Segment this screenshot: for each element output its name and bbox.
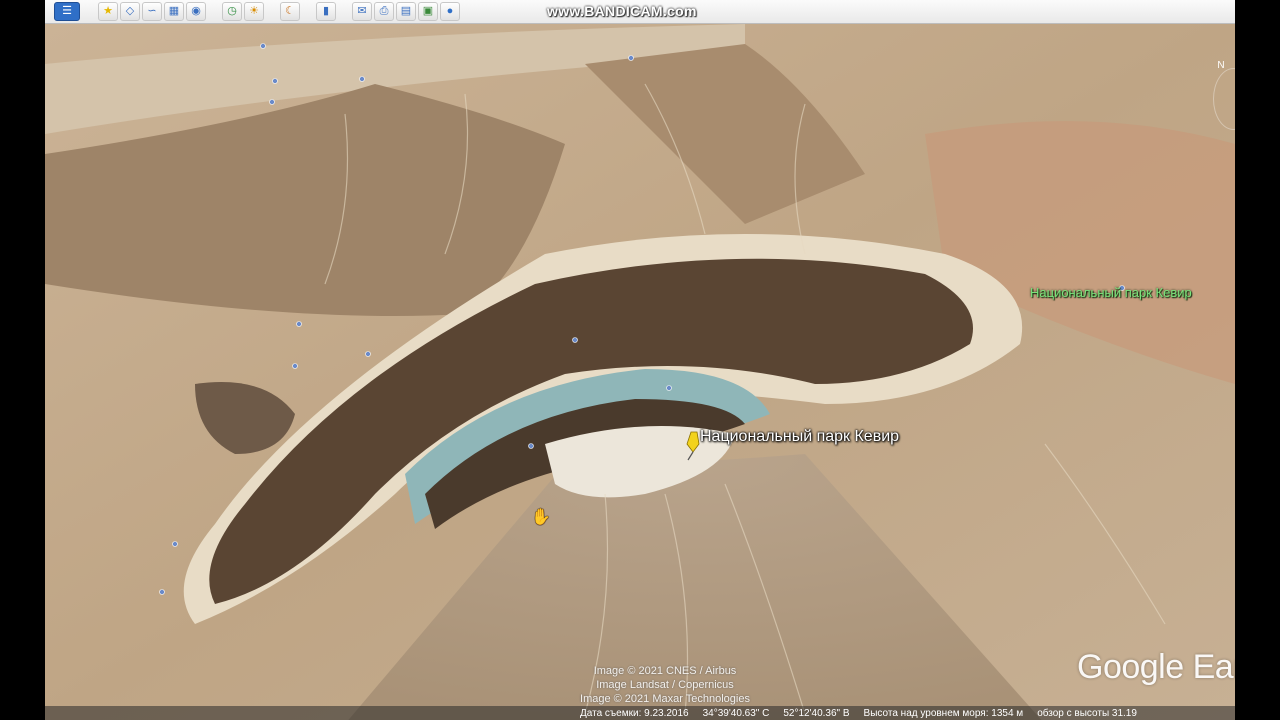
eye-altitude-readout: обзор с высоты 31.19 bbox=[1037, 707, 1137, 719]
google-earth-logo: Google Ear bbox=[1077, 648, 1235, 686]
bandicam-watermark: www.BANDICAM.com bbox=[547, 3, 697, 19]
maps-icon[interactable]: ▣ bbox=[418, 2, 438, 21]
historical-imagery-icon[interactable]: ◷ bbox=[222, 2, 242, 21]
sidebar-toggle-icon[interactable]: ☰ bbox=[54, 2, 80, 21]
credit-line: Image © 2021 CNES / Airbus bbox=[593, 665, 737, 677]
imagery-date: Дата съемки: 9.23.2016 bbox=[580, 707, 689, 719]
polygon-icon[interactable]: ◇ bbox=[120, 2, 140, 21]
email-icon[interactable]: ✉ bbox=[352, 2, 372, 21]
tour-icon[interactable]: ◉ bbox=[186, 2, 206, 21]
imagery-credits: Image © 2021 CNES / Airbus Image Landsat… bbox=[525, 664, 805, 706]
save-image-icon[interactable]: ▤ bbox=[396, 2, 416, 21]
longitude-readout: 52°12'40.36" В bbox=[783, 707, 850, 719]
satellite-map-view[interactable]: Национальный парк Кевир Национальный пар… bbox=[45, 24, 1235, 720]
ruler-icon[interactable]: ▮ bbox=[316, 2, 336, 21]
hand-cursor-icon: ✋ bbox=[531, 509, 551, 526]
status-bar: Дата съемки: 9.23.2016 34°39'40.63" С 52… bbox=[45, 706, 1235, 720]
credit-line: Image © 2021 Maxar Technologies bbox=[580, 693, 750, 705]
google-earth-window: ☰ ★ ◇ ∽ ▦ ◉ ◷ ☀ ☾ ▮ ✉ ⎙ ▤ ▣ ● www.BANDIC… bbox=[45, 0, 1235, 720]
image-overlay-icon[interactable]: ▦ bbox=[164, 2, 184, 21]
globe-icon[interactable]: ● bbox=[440, 2, 460, 21]
terrain-imagery bbox=[45, 24, 1235, 720]
placemark-label[interactable]: Национальный парк Кевир bbox=[700, 428, 899, 446]
credit-line: Image Landsat / Copernicus bbox=[596, 679, 734, 691]
sunlight-icon[interactable]: ☀ bbox=[244, 2, 264, 21]
elevation-readout: Высота над уровнем моря: 1354 м bbox=[863, 707, 1024, 719]
distant-placemark-label[interactable]: Национальный парк Кевир bbox=[1030, 285, 1192, 300]
planets-icon[interactable]: ☾ bbox=[280, 2, 300, 21]
placemark-icon[interactable]: ★ bbox=[98, 2, 118, 21]
path-icon[interactable]: ∽ bbox=[142, 2, 162, 21]
latitude-readout: 34°39'40.63" С bbox=[702, 707, 770, 719]
print-icon[interactable]: ⎙ bbox=[374, 2, 394, 21]
